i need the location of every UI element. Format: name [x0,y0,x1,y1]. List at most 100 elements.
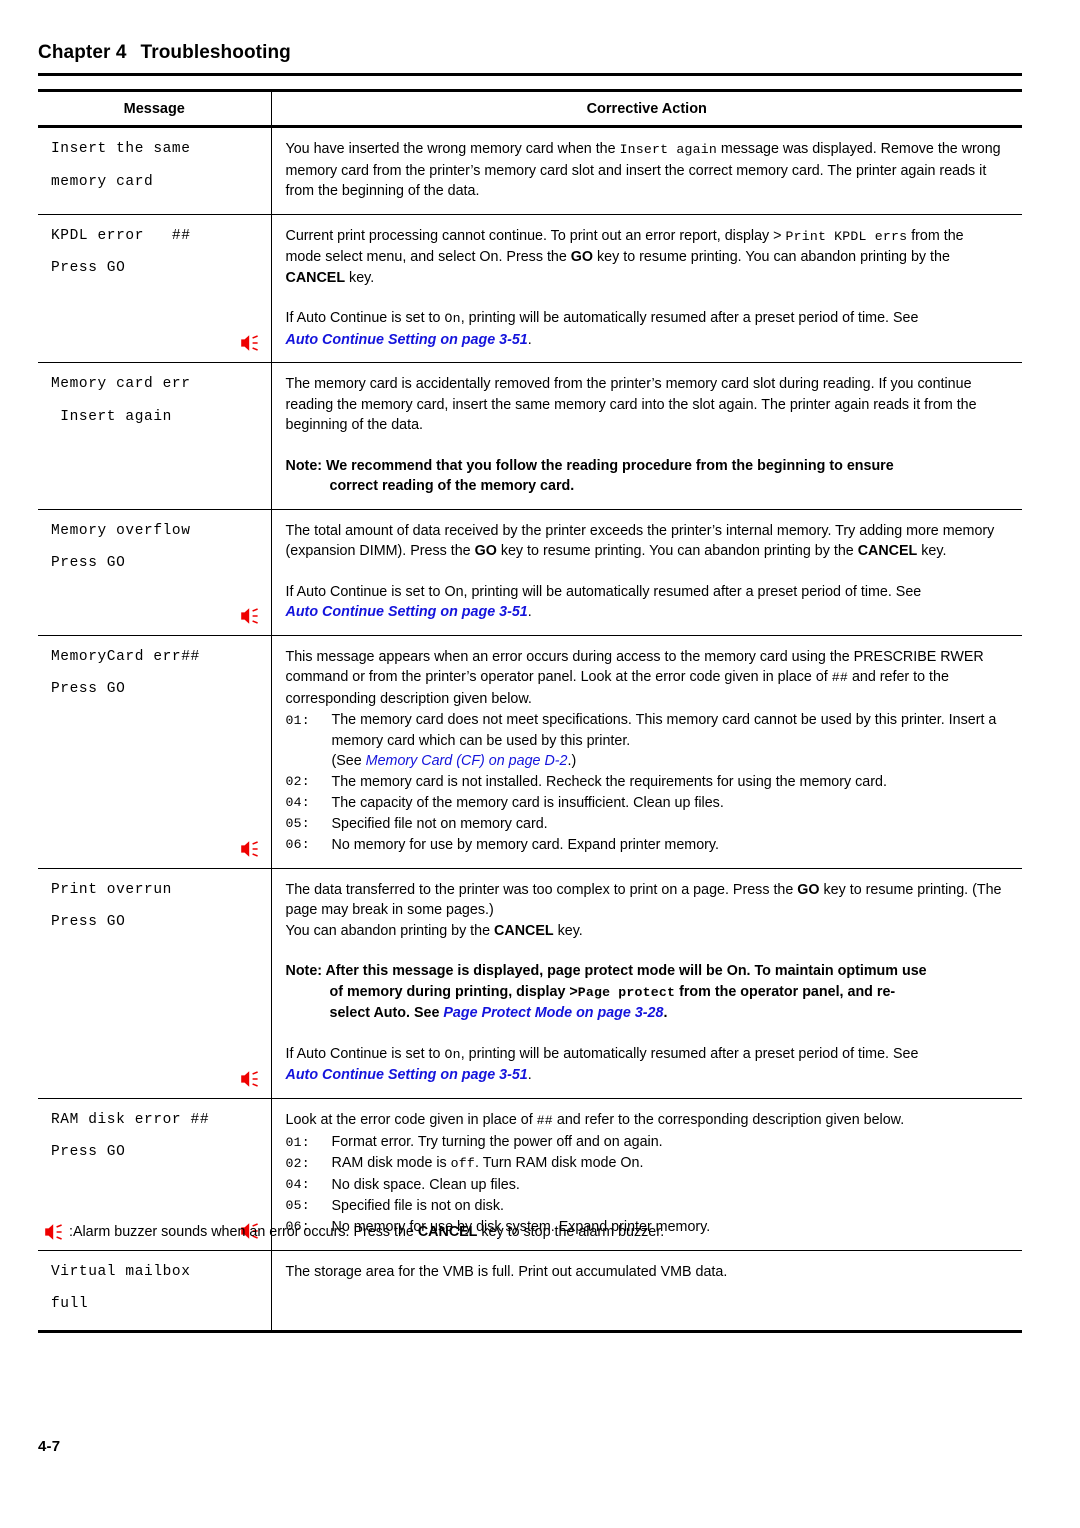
error-code-text: Specified file is not on disk. [331,1197,504,1214]
column-header-message: Message [38,89,272,128]
corrective-action-cell: The storage area for the VMB is full. Pr… [271,1250,1022,1333]
message-line-2: Press GO [51,1144,126,1160]
note-paragraph: Note: After this message is displayed, p… [286,961,1003,982]
text-fragment: (See [331,753,366,769]
text-fragment: .) [567,753,577,769]
column-header-corrective-action: Corrective Action [271,89,1022,128]
message-line-2: Press GO [51,260,126,276]
cross-reference-link[interactable]: Auto Continue Setting on page 3-51 [286,1067,528,1083]
action-paragraph: The storage area for the VMB is full. Pr… [285,1263,728,1280]
error-code-number: 06: [285,837,310,852]
action-paragraph: You have inserted the wrong memory card … [286,139,1003,202]
text-fragment: key. [553,922,583,939]
message-line-1: Print overrun [51,881,172,898]
text-fragment: , printing will be automatically resumed… [460,310,919,326]
key-name-cancel: CANCEL [285,269,346,286]
mono-fragment: On [444,311,461,326]
error-code-text: No memory for use by memory card. Expand… [331,836,719,853]
error-code-text: Specified file not on memory card. [331,815,548,832]
error-code-text: RAM disk mode is off. Turn RAM disk mode… [332,1153,1003,1175]
table-row: KPDL error ## Press GO Current print pro… [38,214,1022,363]
text-fragment: from the operator panel, and re- [675,983,896,1000]
text-fragment: key. [345,269,375,286]
message-line-2: Press GO [51,555,126,571]
cross-reference-link[interactable]: Auto Continue Setting on page 3-51 [286,604,528,620]
message-line-2: full [51,1296,89,1312]
cross-reference-link[interactable]: Memory Card (CF) on page D-2 [366,753,568,769]
text-fragment: Current print processing cannot continue… [285,227,786,244]
key-name-cancel: CANCEL [417,1224,478,1240]
error-code-subline: (See Memory Card (CF) on page D-2.) [286,751,1003,772]
key-name-cancel: CANCEL [857,543,918,559]
error-code-number: 01: [285,712,310,728]
auto-continue-paragraph: If Auto Continue is set to On, printing … [286,1044,1003,1066]
text-fragment: , printing will be automatically resumed… [460,1045,919,1062]
table-row: Virtual mailbox full The storage area fo… [38,1250,1022,1333]
corrective-action-cell: Current print processing cannot continue… [271,214,1022,363]
chapter-label: Chapter 4 [38,42,127,63]
cross-reference-link[interactable]: Page Protect Mode on page 3-28 [443,1005,663,1021]
corrective-action-cell: This message appears when an error occur… [271,635,1022,869]
action-paragraph: Look at the error code given in place of… [286,1110,1003,1132]
text-fragment: select Auto. See [329,1005,444,1021]
error-code-text: The memory card is not installed. Rechec… [331,773,887,790]
error-code-number: 04: [285,1177,310,1192]
key-name-go: GO [474,543,497,559]
text-fragment: Look at the error code given in place of [285,1111,537,1128]
text-fragment: If Auto Continue is set to [285,310,445,326]
text-fragment: and refer to the corresponding descripti… [552,1111,905,1128]
auto-continue-link-line: Auto Continue Setting on page 3-51. [286,330,1003,351]
error-code-item: 05: Specified file not on memory card. [286,814,1003,835]
buzzer-footnote: :Alarm buzzer sounds when an error occur… [44,1222,1022,1242]
key-name-go: GO [797,881,820,898]
error-code-text: The capacity of the memory card is insuf… [331,794,724,811]
error-code-number: 04: [285,795,310,810]
note-line: select Auto. See Page Protect Mode on pa… [286,1003,1003,1024]
message-line-1: Virtual mailbox [51,1263,191,1280]
message-corrective-action-table: Message Corrective Action Insert the sam… [38,89,1022,1333]
message-cell: Insert the same memory card [38,126,272,215]
message-line-1: Insert the same [51,141,191,157]
text-fragment: . [527,1067,532,1083]
message-line-1: KPDL error ## [51,227,191,244]
auto-continue-paragraph: If Auto Continue is set to On, printing … [285,583,922,600]
auto-continue-link-line: Auto Continue Setting on page 3-51. [286,602,1003,623]
message-line-1: MemoryCard err## [51,648,200,665]
alarm-buzzer-icon [240,334,262,352]
error-code-number: 02: [285,774,310,789]
table-header-row: Message Corrective Action [38,89,1022,128]
chapter-running-head: Chapter 4 Troubleshooting [38,42,1022,64]
document-page: Chapter 4 Troubleshooting Message Correct… [0,0,1080,1528]
alarm-buzzer-icon [240,840,262,858]
text-fragment: You can abandon printing by the [285,922,495,939]
page-number: 4-7 [38,1438,61,1455]
message-line-2: Press GO [51,914,126,930]
table-row: Memory card err Insert again The memory … [38,362,1022,510]
error-code-item: 01: Format error. Try turning the power … [286,1132,1003,1153]
corrective-action-cell: You have inserted the wrong memory card … [271,126,1022,215]
message-cell: Virtual mailbox full [38,1250,272,1333]
note-line: correct reading of the memory card. [329,478,575,494]
message-line-2: Insert again [51,408,172,425]
corrective-action-cell: The memory card is accidentally removed … [271,362,1022,510]
message-cell: Memory card err Insert again [38,362,272,510]
error-code-item: 04: The capacity of the memory card is i… [286,793,1003,814]
message-line-2: memory card [51,173,154,190]
table-row: MemoryCard err## Press GO This message a… [38,635,1022,869]
text-fragment: . Turn RAM disk mode On. [475,1155,644,1171]
auto-continue-link-line: Auto Continue Setting on page 3-51. [286,1065,1003,1086]
text-fragment: RAM disk mode is [331,1155,451,1171]
text-fragment: You have inserted the wrong memory card … [285,141,620,157]
message-line-1: RAM disk error ## [51,1111,210,1128]
mono-fragment: Print KPDL errs [785,228,908,244]
note-label: Note: [285,963,323,979]
cross-reference-link[interactable]: Auto Continue Setting on page 3-51 [286,332,528,348]
message-cell: Print overrun Press GO [38,868,272,1099]
alarm-buzzer-icon [240,607,262,625]
corrective-action-cell: The total amount of data received by the… [271,509,1022,636]
action-paragraph: This message appears when an error occur… [286,647,1003,710]
auto-continue-paragraph: If Auto Continue is set to On, printing … [286,308,1003,330]
